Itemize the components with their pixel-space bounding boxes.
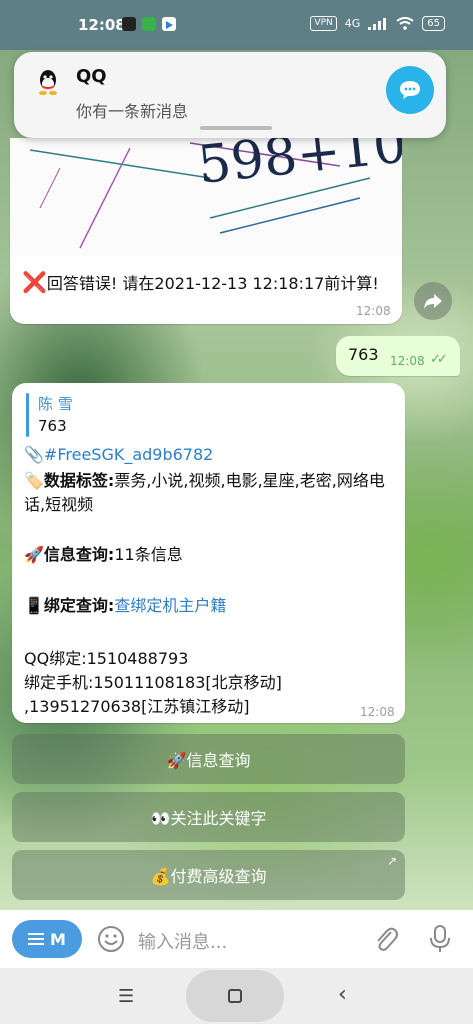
info-line: 🚀信息查询:11条信息 [24,543,404,567]
status-time: 12:08 [78,16,126,34]
result-message: 陈 雪 763 📎#FreeSGK_ad9b6782 🏷️数据标签:票务,小说,… [12,383,405,723]
chat-bubble-icon [400,81,420,99]
bind-link[interactable]: 查绑定机主户籍 [114,596,226,615]
home-square-icon [228,989,242,1003]
captcha-text: 598+103 [195,138,402,196]
follow-keyword-button[interactable]: 👀关注此关键字 [12,792,405,842]
home-button[interactable] [186,970,284,1022]
hashtag-line: 📎#FreeSGK_ad9b6782 [24,443,404,467]
qq-logo-icon [39,70,57,95]
message-input[interactable]: 输入消息... [138,928,227,954]
notification-reply-button[interactable] [386,66,434,114]
message-time: 12:08 [356,304,391,318]
error-icon: ❌ [22,270,47,294]
rocket-icon: 🚀 [24,545,44,564]
phone-bind-line: 绑定手机:15011108183[北京移动] ,13951270638[江苏镇江… [24,673,282,716]
captcha-message: 598+103 ❌回答错误! 请在2021-12-13 12:18:17前计算!… [10,138,402,324]
paperclip-icon: 📎 [24,445,44,464]
wifi-icon [396,17,414,30]
share-button[interactable] [414,282,452,320]
notification-body: 你有一条新消息 [76,102,189,121]
microphone-icon[interactable] [428,924,452,954]
captcha-image: 598+103 [10,138,402,256]
app-status-icon [142,17,156,31]
phone-icon: 📱 [24,596,44,615]
hashtag-link[interactable]: #FreeSGK_ad9b6782 [44,445,213,464]
notification-handle[interactable] [200,126,272,130]
hamburger-icon [28,933,45,945]
attach-icon[interactable] [372,924,400,954]
qq-notification[interactable]: QQ 你有一条新消息 [14,52,446,138]
outgoing-time: 12:08 [390,354,425,368]
notification-title: QQ [76,66,107,87]
info-value: 11条信息 [114,545,183,564]
external-link-icon: ↗ [386,854,397,868]
qq-bind-line: QQ绑定:1510488793 [24,649,189,668]
status-bar: 12:08 VPN 4G 65 [0,0,473,50]
tag-label: 数据标签: [43,471,115,490]
tag-line: 🏷️数据标签:票务,小说,视频,电影,星座,老密,网络电话,短视频 [24,469,404,517]
error-text: ❌回答错误! 请在2021-12-13 12:18:17前计算! [22,270,392,296]
info-query-button[interactable]: 🚀信息查询 [12,734,405,784]
info-query-label: 🚀信息查询 [166,751,251,770]
status-indicators: VPN 4G 65 [310,16,445,31]
emoji-icon[interactable] [96,924,126,954]
info-label: 信息查询: [43,545,115,564]
outgoing-text: 763 [348,345,379,364]
battery-indicator: 65 [422,16,445,31]
back-button[interactable]: ‹ [338,982,347,1007]
outgoing-message: 763 12:08 ✓✓ [336,336,460,376]
message-time: 12:08 [360,705,395,719]
reply-sender[interactable]: 陈 雪 [38,393,73,414]
bot-menu-label: M [50,929,66,949]
qq-status-icon [122,17,136,31]
paid-query-label: 💰付费高级查询 [150,867,267,886]
network-type: 4G [344,17,361,30]
share-icon [424,294,442,309]
vpn-badge: VPN [310,16,337,31]
recent-apps-button[interactable]: ☰ [118,986,134,1007]
follow-keyword-label: 👀关注此关键字 [150,809,267,828]
reply-bar [26,393,29,437]
reply-quote: 763 [38,417,67,435]
tag-icon: 🏷️ [24,471,44,490]
bind-line: 📱绑定查询:查绑定机主户籍 [24,594,404,618]
paid-query-button[interactable]: 💰付费高级查询 ↗ [12,850,405,900]
bot-menu-button[interactable]: M [12,920,82,958]
play-status-icon [162,17,176,31]
system-nav-bar: ☰ ‹ [0,968,473,1024]
signal-icon [368,17,387,30]
error-text-value: 回答错误! 请在2021-12-13 12:18:17前计算! [46,274,379,293]
message-input-bar: M 输入消息... [0,910,473,968]
read-ticks-icon: ✓✓ [430,352,448,367]
bind-label: 绑定查询: [43,596,115,615]
